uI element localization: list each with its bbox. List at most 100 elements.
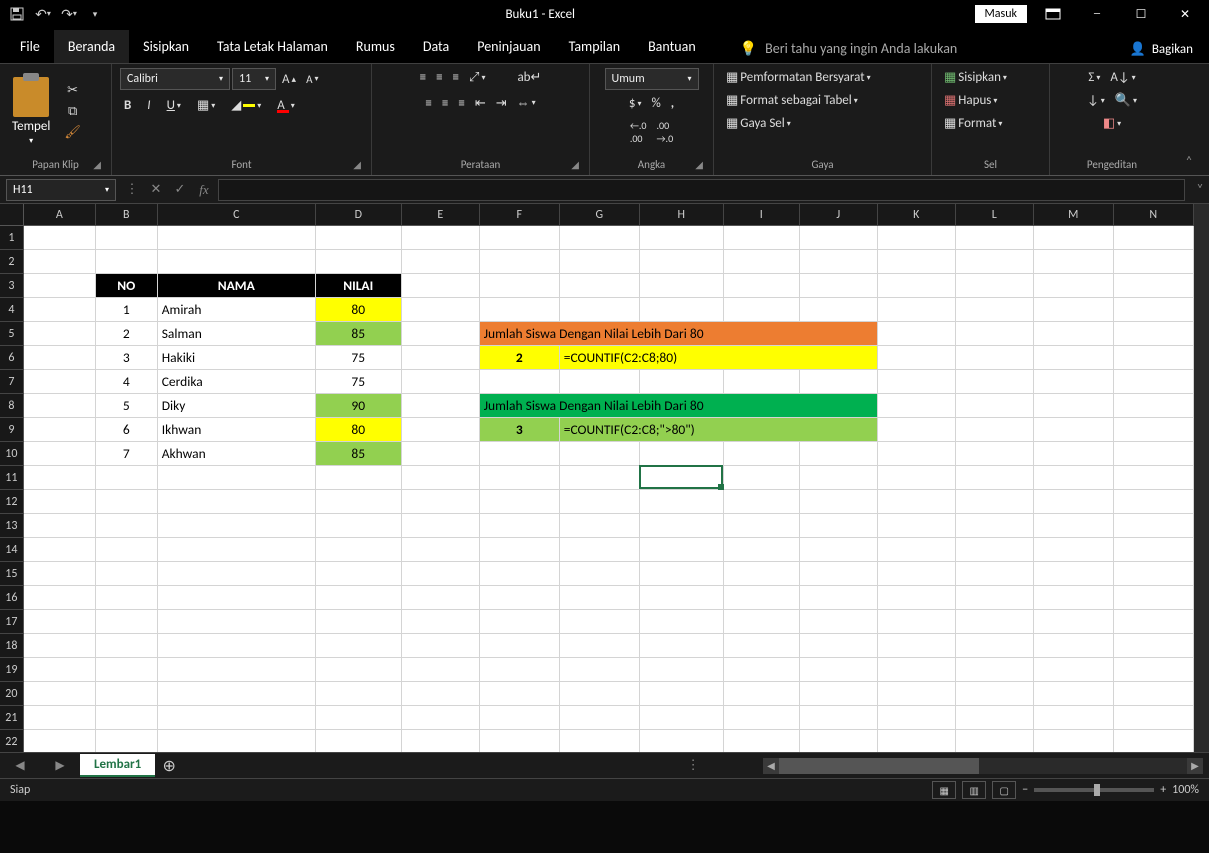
cell[interactable]: 75 (316, 370, 402, 394)
cell[interactable] (724, 442, 800, 466)
cell[interactable] (24, 250, 96, 274)
row-header-18[interactable]: 18 (0, 634, 24, 658)
cell[interactable] (158, 562, 316, 586)
cell[interactable] (1114, 322, 1194, 346)
cell[interactable] (724, 514, 800, 538)
cell[interactable] (402, 586, 480, 610)
cell[interactable] (560, 682, 640, 706)
fill-button[interactable]: ↓▾ (1083, 91, 1109, 110)
row-header-7[interactable]: 7 (0, 370, 24, 394)
ribbon-display-icon[interactable] (1035, 3, 1071, 25)
cell[interactable] (24, 466, 96, 490)
cell[interactable] (956, 274, 1034, 298)
cell[interactable] (878, 490, 956, 514)
underline-button[interactable]: U▾ (163, 96, 185, 115)
align-left-button[interactable]: ≡ (421, 93, 435, 113)
cell[interactable] (402, 370, 480, 394)
cell[interactable] (1034, 298, 1114, 322)
cell[interactable] (800, 634, 878, 658)
close-button[interactable]: ✕ (1167, 3, 1203, 25)
cell[interactable] (1034, 538, 1114, 562)
cell[interactable] (800, 514, 878, 538)
find-select-button[interactable]: 🔍▾ (1111, 91, 1141, 110)
cell[interactable] (560, 634, 640, 658)
row-header-15[interactable]: 15 (0, 562, 24, 586)
cell[interactable] (1034, 250, 1114, 274)
cell[interactable] (956, 322, 1034, 346)
col-header-N[interactable]: N (1114, 204, 1194, 226)
cell[interactable] (24, 394, 96, 418)
cell[interactable] (1034, 442, 1114, 466)
cell[interactable] (316, 658, 402, 682)
cell[interactable] (480, 538, 560, 562)
cell[interactable] (878, 634, 956, 658)
save-icon[interactable] (6, 3, 28, 25)
tab-tampilan[interactable]: Tampilan (555, 30, 634, 63)
cell[interactable] (24, 418, 96, 442)
format-painter-button[interactable]: 🖌 (60, 123, 85, 142)
tab-bantuan[interactable]: Bantuan (634, 30, 710, 63)
cell[interactable] (1034, 634, 1114, 658)
cell[interactable] (956, 442, 1034, 466)
cell[interactable] (480, 226, 560, 250)
cell[interactable]: 85 (316, 442, 402, 466)
cell[interactable] (24, 298, 96, 322)
cell[interactable] (724, 706, 800, 730)
cell[interactable] (1114, 562, 1194, 586)
cell[interactable] (1114, 658, 1194, 682)
cell[interactable]: Salman (158, 322, 316, 346)
increase-decimal-button[interactable]: ←.0.00 (626, 117, 651, 147)
cell[interactable] (480, 490, 560, 514)
cell[interactable] (560, 226, 640, 250)
cell[interactable] (158, 634, 316, 658)
cell[interactable] (1034, 346, 1114, 370)
cell[interactable] (956, 250, 1034, 274)
row-header-19[interactable]: 19 (0, 658, 24, 682)
cell[interactable] (24, 730, 96, 752)
increase-indent-button[interactable]: ⇥ (492, 93, 511, 113)
cell[interactable] (480, 658, 560, 682)
row-header-22[interactable]: 22 (0, 730, 24, 752)
expand-formula-bar[interactable]: ˅ (1191, 182, 1209, 197)
row-header-9[interactable]: 9 (0, 418, 24, 442)
cell[interactable] (956, 682, 1034, 706)
align-middle-button[interactable]: ≡ (432, 68, 446, 87)
cell-grid[interactable]: NONAMANILAI1Amirah802Salman853Hakiki754C… (24, 226, 1194, 752)
wrap-text-button[interactable]: ab↵ (513, 68, 545, 87)
name-box[interactable]: H11▾ (6, 179, 116, 201)
cell[interactable] (1114, 586, 1194, 610)
cell[interactable] (402, 274, 480, 298)
cell[interactable] (96, 226, 158, 250)
cell[interactable] (96, 706, 158, 730)
cell[interactable] (800, 682, 878, 706)
row-header-1[interactable]: 1 (0, 226, 24, 250)
cell[interactable] (480, 706, 560, 730)
insert-function-button[interactable]: fx (192, 182, 216, 198)
cell[interactable]: 5 (96, 394, 158, 418)
enter-formula-button[interactable]: ✓ (168, 182, 192, 197)
cell[interactable] (640, 586, 724, 610)
decrease-font-button[interactable]: A▾ (302, 68, 322, 90)
tab-data[interactable]: Data (409, 30, 463, 63)
cell[interactable] (402, 442, 480, 466)
cell[interactable] (480, 730, 560, 752)
sort-filter-button[interactable]: A↓▾ (1106, 68, 1139, 87)
cell[interactable] (24, 610, 96, 634)
cell[interactable] (640, 658, 724, 682)
cell[interactable] (24, 370, 96, 394)
cell[interactable] (1034, 418, 1114, 442)
cell[interactable] (480, 586, 560, 610)
col-header-K[interactable]: K (878, 204, 956, 226)
cell[interactable] (158, 586, 316, 610)
cell[interactable] (480, 466, 560, 490)
cell[interactable] (1114, 298, 1194, 322)
cell[interactable] (402, 346, 480, 370)
row-header-11[interactable]: 11 (0, 466, 24, 490)
cell[interactable] (800, 250, 878, 274)
horizontal-scrollbar[interactable]: ◀ ▶ (763, 758, 1203, 774)
cell[interactable] (640, 226, 724, 250)
launcher-icon[interactable]: ◢ (695, 158, 703, 171)
maximize-button[interactable]: ☐ (1123, 3, 1159, 25)
col-header-I[interactable]: I (724, 204, 800, 226)
col-header-H[interactable]: H (640, 204, 724, 226)
